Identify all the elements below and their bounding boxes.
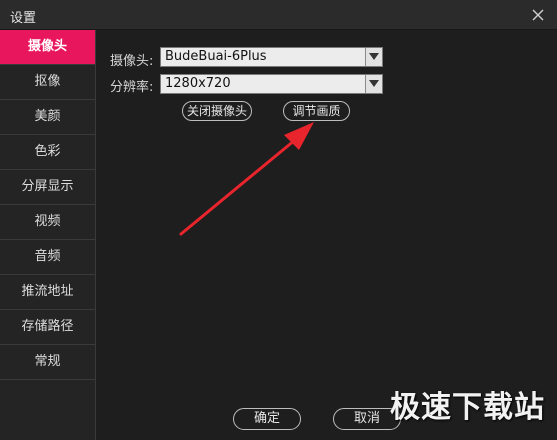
sidebar-item-general[interactable]: 常规 — [0, 345, 95, 380]
sidebar-item-audio[interactable]: 音频 — [0, 240, 95, 275]
sidebar-item-color[interactable]: 色彩 — [0, 135, 95, 170]
resolution-select-value: 1280x720 — [165, 76, 231, 91]
camera-select-value: BudeBuai-6Plus — [165, 49, 267, 64]
camera-select[interactable]: BudeBuai-6Plus — [160, 47, 383, 67]
site-watermark: 极速下载站 — [390, 390, 545, 425]
title-bar: 设置 — [0, 0, 557, 30]
close-icon[interactable] — [529, 6, 547, 24]
close-camera-button[interactable]: 关闭摄像头 — [182, 101, 252, 121]
settings-sidebar: 摄像头 抠像 美颜 色彩 分屏显示 视频 音频 推流地址 存储路径 常规 — [0, 30, 96, 440]
resolution-label: 分辨率: — [110, 80, 154, 95]
sidebar-item-video[interactable]: 视频 — [0, 205, 95, 240]
sidebar-item-stream-url[interactable]: 推流地址 — [0, 275, 95, 310]
sidebar-item-camera[interactable]: 摄像头 — [0, 30, 95, 65]
sidebar-item-keying[interactable]: 抠像 — [0, 65, 95, 100]
chevron-down-icon[interactable] — [365, 48, 382, 66]
chevron-down-icon[interactable] — [365, 75, 382, 93]
sidebar-item-beauty[interactable]: 美颜 — [0, 100, 95, 135]
adjust-quality-button[interactable]: 调节画质 — [283, 101, 350, 121]
window-title: 设置 — [10, 11, 37, 26]
resolution-select[interactable]: 1280x720 — [160, 74, 383, 94]
sidebar-item-storage-path[interactable]: 存储路径 — [0, 310, 95, 345]
sidebar-item-split-screen[interactable]: 分屏显示 — [0, 170, 95, 205]
camera-label: 摄像头: — [110, 54, 154, 69]
ok-button[interactable]: 确定 — [233, 408, 301, 430]
